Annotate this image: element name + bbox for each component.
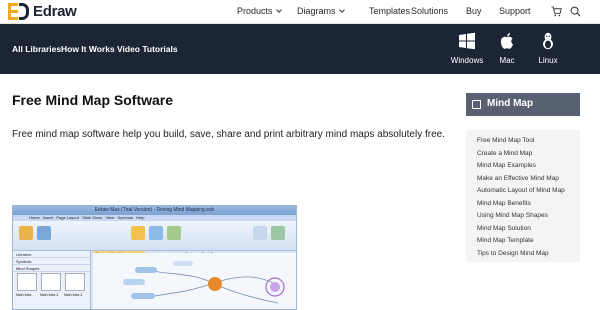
chevron-down-icon bbox=[338, 7, 345, 13]
app-button-icon bbox=[167, 226, 181, 240]
app-tab: Insert bbox=[43, 215, 54, 220]
linux-penguin-icon bbox=[543, 32, 553, 50]
app-button-icon bbox=[19, 226, 33, 240]
sidebar-link-mind-map-examples[interactable]: Mind Map Examples bbox=[477, 162, 536, 169]
mind-map-drawing bbox=[123, 261, 285, 304]
thumb-label: Main Idea bbox=[16, 293, 32, 297]
platform-label: Linux bbox=[538, 56, 558, 65]
sidebar-heading[interactable]: Mind Map bbox=[466, 93, 580, 116]
sidebar-link-using-mind-map-shapes[interactable]: Using Mind Map Shapes bbox=[477, 212, 548, 219]
shape-thumbnail bbox=[65, 273, 85, 291]
software-screenshot: Edraw Max (Trial Version) - Desing Mind … bbox=[12, 205, 297, 310]
nav-solutions[interactable]: Solutions bbox=[411, 6, 448, 16]
app-ribbon bbox=[13, 221, 296, 251]
intro-paragraph: Free mind map software help you build, s… bbox=[12, 129, 445, 140]
nav-products[interactable]: Products bbox=[237, 6, 282, 16]
app-library-panel: Libraries Symbols Mind Shapes Main Idea … bbox=[13, 251, 91, 309]
nav-buy[interactable]: Buy bbox=[466, 6, 482, 16]
app-button-icon bbox=[37, 226, 51, 240]
shape-thumbnail bbox=[41, 273, 61, 291]
logo-mark-icon bbox=[8, 3, 30, 20]
logo-text: Edraw bbox=[33, 3, 77, 20]
app-panel-row: Libraries bbox=[13, 251, 90, 258]
nav-support[interactable]: Support bbox=[499, 6, 531, 16]
platform-label: Mac bbox=[499, 56, 515, 65]
nav-diagrams[interactable]: Diagrams bbox=[297, 6, 345, 16]
app-button-icon bbox=[271, 226, 285, 240]
apple-icon bbox=[500, 33, 513, 49]
app-panel-row: Mind Shapes bbox=[13, 265, 90, 272]
app-canvas bbox=[93, 253, 296, 309]
thumb-label: Main Idea 2 bbox=[40, 293, 59, 297]
nav-templates[interactable]: Templates bbox=[369, 6, 410, 16]
page-title: Free Mind Map Software bbox=[12, 92, 174, 108]
sidebar-link-automatic-layout[interactable]: Automatic Layout of Mind Map bbox=[477, 187, 565, 194]
sidebar-link-tips-to-design[interactable]: Tips to Design Mind Map bbox=[477, 250, 549, 257]
app-tab: Page Layout bbox=[56, 215, 79, 220]
app-tab: View bbox=[105, 215, 115, 220]
shape-thumbnail bbox=[17, 273, 37, 291]
sidebar-link-mind-map-benefits[interactable]: Mind Map Benefits bbox=[477, 200, 531, 207]
windows-icon bbox=[459, 32, 475, 50]
app-window-title: Edraw Max (Trial Version) - Desing Mind … bbox=[13, 206, 296, 215]
sidebar-link-mind-map-solution[interactable]: Mind Map Solution bbox=[477, 225, 531, 232]
app-button-icon bbox=[131, 226, 145, 240]
sidebar-heading-label: Mind Map bbox=[487, 98, 534, 109]
search-icon[interactable] bbox=[570, 6, 581, 17]
app-button-icon bbox=[149, 226, 163, 240]
app-panel-row: Symbols bbox=[13, 258, 90, 265]
platform-mac[interactable]: Mac bbox=[487, 32, 527, 65]
chevron-down-icon bbox=[275, 7, 282, 13]
app-tab: Symbols bbox=[117, 215, 133, 220]
platform-linux[interactable]: Linux bbox=[528, 32, 568, 65]
sidebar-link-make-effective-mind-map[interactable]: Make an Effective Mind Map bbox=[477, 175, 559, 182]
link-all-libraries[interactable]: All Libraries bbox=[12, 44, 61, 54]
top-navigation: Edraw Products Diagrams Templates Soluti… bbox=[0, 0, 600, 24]
app-tab: Slide Show bbox=[82, 215, 103, 220]
platform-windows[interactable]: Windows bbox=[447, 32, 487, 65]
cart-icon[interactable] bbox=[551, 6, 562, 17]
link-how-it-works[interactable]: How It Works bbox=[61, 44, 115, 54]
edraw-logo[interactable]: Edraw bbox=[8, 3, 77, 20]
app-tab: Home bbox=[29, 215, 40, 220]
app-tab: Help bbox=[136, 215, 145, 220]
sidebar-link-create-a-mind-map[interactable]: Create a Mind Map bbox=[477, 150, 532, 157]
app-button-icon bbox=[253, 226, 267, 240]
thumb-label: Main Idea 2 bbox=[64, 293, 83, 297]
sidebar-link-list: Free Mind Map Tool Create a Mind Map Min… bbox=[466, 130, 580, 262]
platform-label: Windows bbox=[450, 56, 484, 65]
square-icon bbox=[472, 100, 481, 109]
sidebar-link-free-mind-map-tool[interactable]: Free Mind Map Tool bbox=[477, 137, 534, 144]
sidebar-link-mind-map-template[interactable]: Mind Map Template bbox=[477, 237, 534, 244]
sub-navigation-bar: All Libraries How It Works Video Tutoria… bbox=[0, 24, 600, 74]
link-video-tutorials[interactable]: Video Tutorials bbox=[117, 44, 178, 54]
